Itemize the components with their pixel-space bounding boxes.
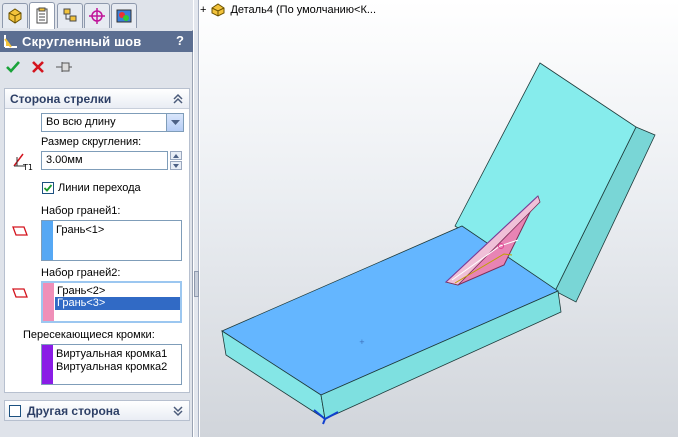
list-item[interactable]: Виртуальная кромка1: [56, 348, 167, 360]
arrow-side-group-title: Сторона стрелки: [10, 92, 112, 106]
face-selection-icon: [12, 226, 28, 236]
property-sheet-icon: [36, 7, 48, 24]
fillet-size-label: Размер скругления:: [41, 136, 142, 148]
ok-button[interactable]: [3, 57, 23, 77]
dropdown-arrow-icon[interactable]: [166, 114, 183, 131]
intersecting-edges-list[interactable]: Виртуальная кромка1 Виртуальная кромка2: [41, 344, 182, 385]
checkmark-icon: [43, 184, 53, 192]
fillet-bead-icon: [4, 35, 17, 48]
face-set1-color-swatch: [42, 221, 53, 260]
part-icon: [211, 3, 225, 17]
length-type-dropdown[interactable]: Во всю длину: [41, 113, 184, 132]
display-manager-tab[interactable]: [111, 3, 137, 28]
property-manager-tab[interactable]: [29, 2, 55, 29]
splitter-grip[interactable]: [194, 271, 199, 297]
face-set2-list[interactable]: Грань<2> Грань<3>: [41, 281, 182, 323]
feature-tree-icon: [8, 8, 22, 24]
fillet-size-stepper[interactable]: [170, 151, 182, 170]
other-side-group-title: Другая сторона: [27, 404, 120, 418]
action-bar: [0, 54, 193, 80]
panel-title: Скругленный шов: [22, 34, 142, 49]
crosshair-icon: [89, 8, 105, 24]
list-item[interactable]: Виртуальная кромка2: [56, 361, 167, 373]
face-set2-label: Набор граней2:: [41, 267, 121, 279]
pushpin-icon: [56, 62, 72, 72]
fillet-size-value: 3.00мм: [46, 154, 83, 166]
list-item[interactable]: Грань<2>: [57, 285, 105, 297]
length-type-value: Во всю длину: [46, 116, 116, 128]
arrow-side-group: Сторона стрелки Во всю длину T1 Размер с…: [4, 88, 190, 393]
list-item-selected[interactable]: Грань<3>: [55, 297, 180, 310]
panel-splitter[interactable]: [194, 0, 199, 437]
list-item[interactable]: Грань<1>: [56, 224, 104, 236]
appearance-icon: [116, 9, 132, 23]
spin-down-icon[interactable]: [170, 161, 182, 170]
cancel-button[interactable]: [28, 57, 48, 77]
expand-chevron-icon[interactable]: [171, 404, 185, 418]
checkmark-icon: [6, 61, 20, 73]
tangent-propagation-label: Линии перехода: [58, 182, 141, 194]
origin-marker-label: +: [359, 338, 365, 346]
pin-button[interactable]: [54, 57, 74, 77]
feature-tree-flyout[interactable]: + Деталь4 (По умолчанию<К...: [200, 2, 376, 18]
manager-tabs: [0, 0, 193, 30]
tree-expand-toggle[interactable]: +: [200, 4, 206, 16]
intersecting-edges-label: Пересекающиеся кромки:: [23, 329, 155, 341]
configuration-manager-tab[interactable]: [57, 3, 83, 28]
close-icon: [32, 61, 44, 73]
fillet-size-icon: T1: [13, 153, 33, 171]
face-selection-icon: [12, 288, 28, 298]
graphics-viewport[interactable]: + + Деталь4 (По умолчанию<К...: [200, 0, 678, 437]
other-side-group-header[interactable]: Другая сторона: [4, 400, 190, 421]
property-manager-panel: Скругленный шов ? Сторона стрелки Во всю…: [0, 0, 193, 437]
configuration-icon: [63, 8, 77, 22]
intersect-color-swatch: [42, 345, 53, 384]
other-side-checkbox[interactable]: [9, 405, 21, 417]
face-set2-color-swatch: [43, 283, 54, 321]
svg-text:T1: T1: [22, 163, 33, 171]
arrow-side-group-header[interactable]: Сторона стрелки: [5, 89, 189, 109]
face-set1-label: Набор граней1:: [41, 205, 121, 217]
collapse-chevron-icon[interactable]: [171, 92, 185, 106]
help-button[interactable]: ?: [176, 33, 184, 48]
fillet-size-input[interactable]: 3.00мм: [41, 151, 168, 170]
tangent-propagation-checkbox[interactable]: [42, 182, 54, 194]
panel-title-bar: Скругленный шов ?: [0, 31, 193, 52]
part-name[interactable]: Деталь4 (По умолчанию<К...: [230, 4, 376, 16]
part-model[interactable]: +: [200, 0, 678, 437]
dimxpert-manager-tab[interactable]: [84, 3, 110, 28]
feature-manager-tab[interactable]: [2, 3, 28, 28]
face-set1-list[interactable]: Грань<1>: [41, 220, 182, 261]
spin-up-icon[interactable]: [170, 151, 182, 160]
